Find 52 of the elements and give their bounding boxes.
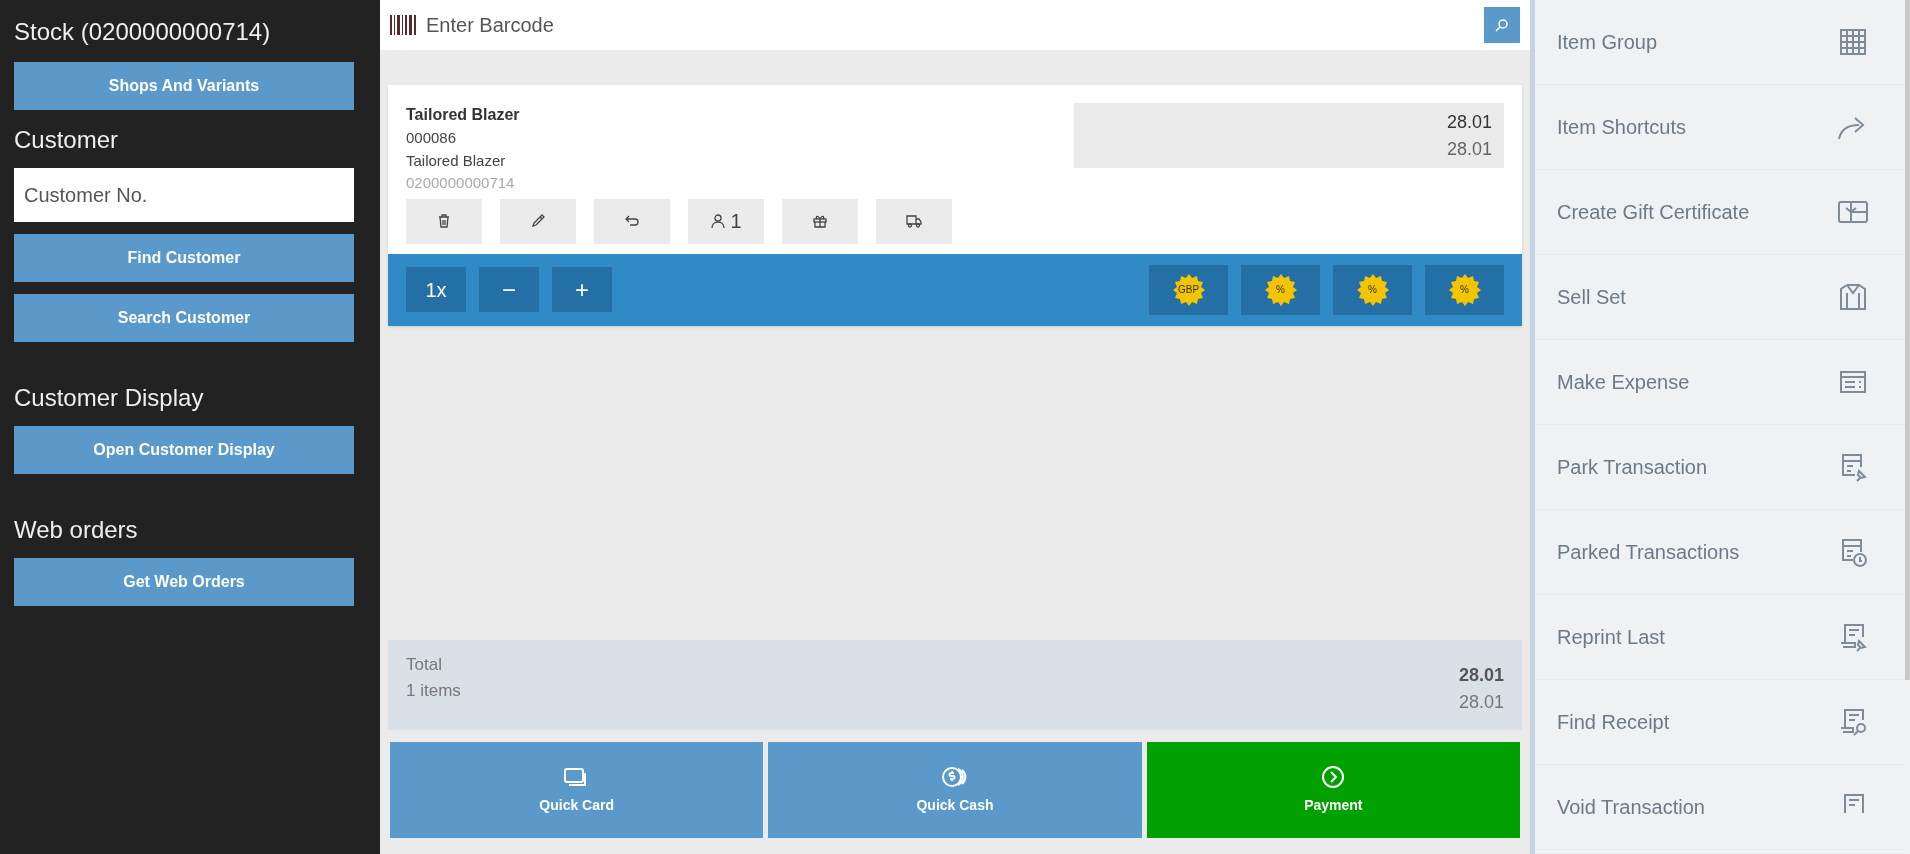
return-arrow-icon [624,213,640,229]
original-total: 28.01 [1458,691,1504,714]
sidebar-button[interactable]: Get Web Orders [14,558,354,606]
person-button[interactable]: 1 [688,198,764,244]
payment-button[interactable]: Quick Card [390,742,764,838]
sidebar-button[interactable]: Shops And Variants [14,62,354,110]
item-name: Tailored Blazer [406,105,521,125]
section-heading: Customer Display [14,383,205,413]
customer-number-field[interactable]: Customer No. [14,168,354,222]
search-button[interactable] [1484,7,1520,43]
item-count: 1 items [406,679,461,702]
section-heading: Stock (0200000000714) [14,17,272,47]
person-icon [710,213,727,229]
original-price: 28.01 [1446,137,1492,161]
quantity-button[interactable]: 1x [406,267,466,312]
payment-button[interactable]: Quick Cash [768,742,1142,838]
section-heading: Customer [14,125,120,155]
barcode-field[interactable]: Enter Barcode [426,0,1484,50]
discount-button[interactable]: GBP [1149,264,1228,315]
section-heading: Web orders [14,515,139,545]
trash-button[interactable] [406,198,482,244]
starburst-icon [1447,272,1482,307]
truck-button[interactable] [876,198,952,244]
truck-icon [906,213,922,229]
starburst-icon [1171,272,1206,307]
jacket-icon [1837,281,1869,313]
item-description: Tailored Blazer [406,150,507,171]
gift-button[interactable] [782,198,858,244]
item-number: 000086 [406,128,458,148]
discount-button[interactable]: % [1425,264,1504,315]
discount-button[interactable]: % [1333,264,1412,315]
total-label: Total [406,654,443,676]
starburst-icon [1263,272,1298,307]
coins-icon [941,764,969,789]
grid-icon [1837,26,1869,58]
starburst-icon [1355,272,1390,307]
trash-icon [436,213,452,229]
payment-button[interactable]: Payment [1146,742,1520,838]
sidebar-button[interactable]: Find Customer [14,234,354,282]
search-icon [1495,18,1509,32]
barcode-icon [390,15,418,35]
sidebar-button[interactable]: Search Customer [14,294,354,342]
item-barcode: 0200000000714 [406,173,516,193]
quantity-step-button[interactable]: + [552,267,612,312]
pencil-icon [530,213,546,229]
quantity-step-button[interactable]: − [479,267,539,312]
discount-button[interactable]: % [1241,264,1320,315]
sidebar-button[interactable]: Open Customer Display [14,426,354,474]
menu-item[interactable]: Item Group [1535,0,1905,85]
total-amount: 28.01 [1458,664,1504,687]
item-price: 28.01 [1446,110,1492,134]
gift-icon [812,213,828,229]
